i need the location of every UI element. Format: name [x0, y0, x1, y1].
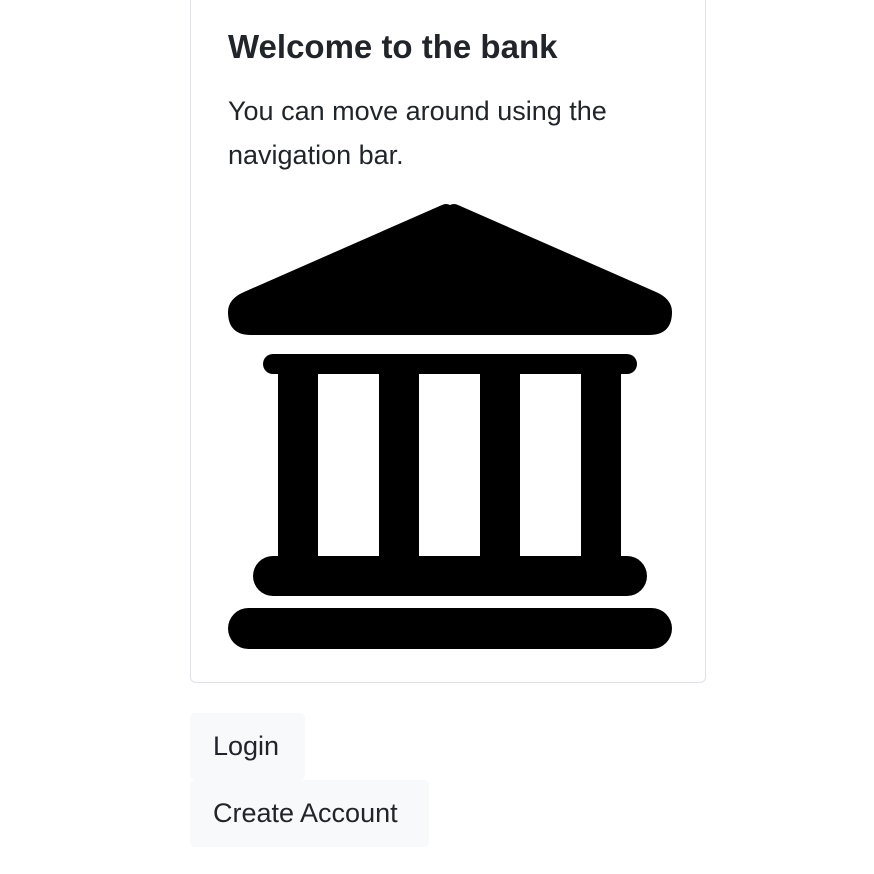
- login-button[interactable]: Login: [190, 713, 305, 780]
- bank-icon: [228, 204, 672, 649]
- card-text: You can move around using the navigation…: [228, 96, 607, 170]
- card-title: Welcome to the bank: [228, 28, 558, 65]
- welcome-card: Welcome to the bank You can move around …: [190, 0, 706, 683]
- create-account-button[interactable]: Create Account: [190, 780, 429, 847]
